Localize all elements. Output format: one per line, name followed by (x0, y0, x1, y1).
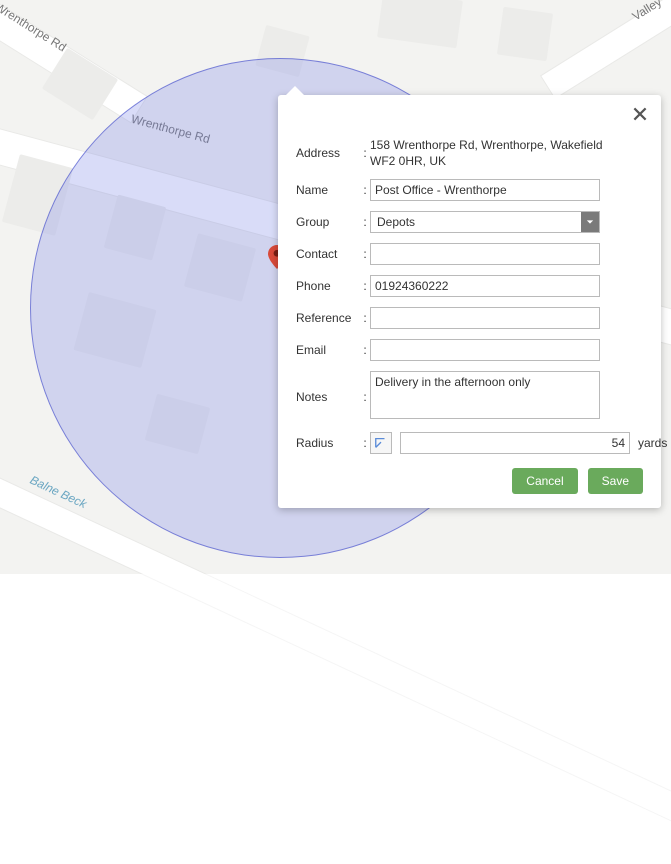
address-value: 158 Wrenthorpe Rd, Wrenthorpe, Wakefield… (370, 137, 630, 169)
address-label: Address (296, 146, 360, 160)
reference-label: Reference (296, 311, 360, 325)
radius-unit: yards (638, 436, 667, 450)
radius-label: Radius (296, 436, 360, 450)
group-select-value: Depots (371, 212, 581, 232)
building-footprint (497, 7, 553, 61)
phone-input[interactable] (370, 275, 600, 297)
contact-input[interactable] (370, 243, 600, 265)
cancel-button[interactable]: Cancel (512, 468, 577, 494)
email-input[interactable] (370, 339, 600, 361)
radius-input[interactable] (400, 432, 630, 454)
name-label: Name (296, 183, 360, 197)
group-label: Group (296, 215, 360, 229)
phone-label: Phone (296, 279, 360, 293)
contact-label: Contact (296, 247, 360, 261)
reference-input[interactable] (370, 307, 600, 329)
chevron-down-icon[interactable] (581, 212, 599, 232)
notes-textarea[interactable] (370, 371, 600, 419)
notes-label: Notes (296, 390, 360, 404)
group-select[interactable]: Depots (370, 211, 600, 233)
location-edit-popup: Address : 158 Wrenthorpe Rd, Wrenthorpe,… (278, 95, 661, 508)
building-footprint (377, 0, 463, 48)
save-button[interactable]: Save (588, 468, 643, 494)
name-input[interactable] (370, 179, 600, 201)
email-label: Email (296, 343, 360, 357)
close-icon[interactable] (631, 105, 649, 123)
radius-draw-icon[interactable] (370, 432, 392, 454)
road (541, 0, 671, 98)
map-canvas[interactable]: Wrenthorpe Rd Wrenthorpe Rd Balne Beck V… (0, 0, 671, 574)
